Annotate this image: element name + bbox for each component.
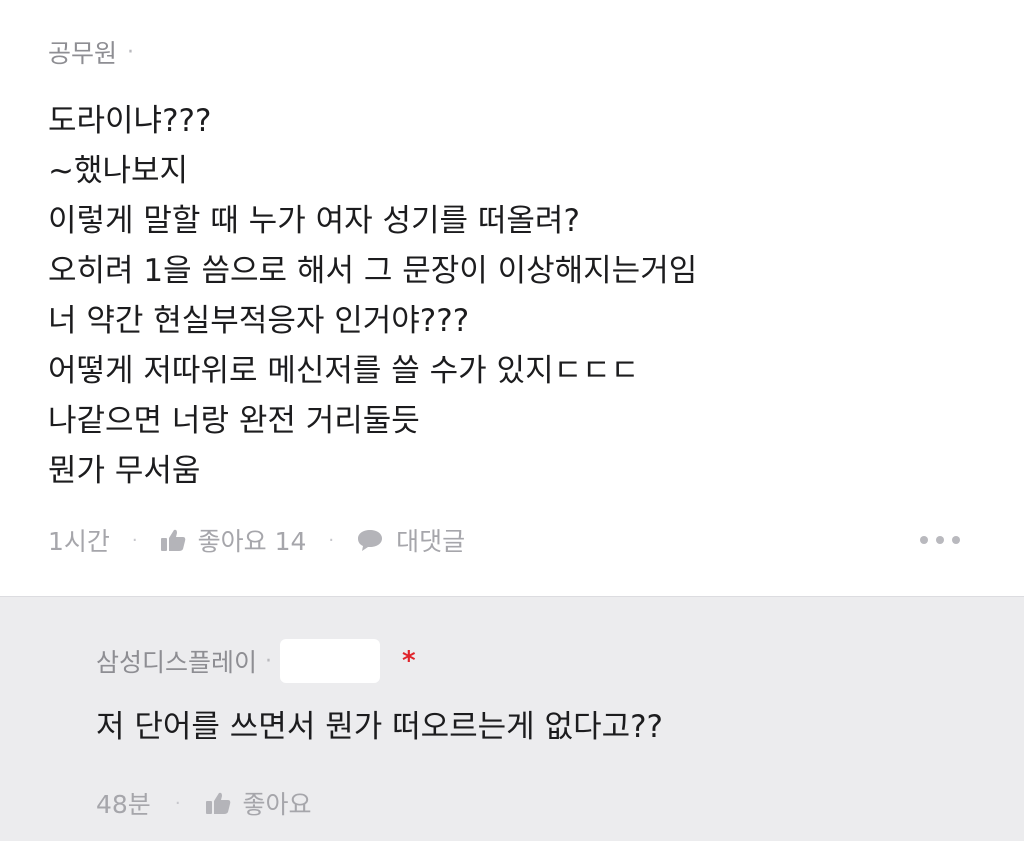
reply-like-label: 좋아요 (242, 790, 312, 819)
verified-mark: * (402, 646, 416, 676)
thumbs-up-icon (205, 792, 230, 814)
reply-comment: 삼성디스플레이 · * 저 단어를 쓰면서 뭔가 떠오르는게 없다고?? 48분… (0, 596, 1024, 841)
like-label: 좋아요 14 (197, 527, 307, 556)
reply-button[interactable]: 대댓글 (356, 522, 465, 558)
more-dot (952, 536, 960, 544)
comment-line: ~했나보지 (48, 153, 189, 189)
like-button[interactable]: 좋아요 14 (160, 522, 307, 558)
separator-dot: · (265, 648, 273, 674)
comment: 공무원 · 도라이냐??? ~했나보지 이렇게 말할 때 누가 여자 성기를 떠… (0, 0, 1024, 596)
reply-like-button[interactable]: 좋아요 (205, 785, 312, 821)
comment-body: 도라이냐??? ~했나보지 이렇게 말할 때 누가 여자 성기를 떠올려? 오히… (48, 96, 988, 496)
reply-body: 저 단어를 쓰면서 뭔가 떠오르는게 없다고?? (96, 709, 664, 745)
redacted-field (280, 639, 381, 683)
more-dot (920, 536, 928, 544)
comment-line: 나같으면 너랑 완전 거리둘듯 (48, 403, 420, 439)
reply-meta: 48분 · 좋아요 (96, 783, 312, 823)
comment-line: 이렇게 말할 때 누가 여자 성기를 떠올려? (48, 203, 580, 239)
comment-thread: 공무원 · 도라이냐??? ~했나보지 이렇게 말할 때 누가 여자 성기를 떠… (0, 0, 1024, 841)
speech-bubble-icon (358, 530, 383, 551)
separator-dot: · (328, 529, 335, 551)
comment-author[interactable]: 공무원 (48, 34, 117, 70)
more-dot (936, 536, 944, 544)
comment-line: 도라이냐??? (48, 103, 212, 139)
comment-time: 1시간 (48, 527, 110, 556)
more-options-button[interactable] (920, 530, 960, 550)
comment-line: 너 약간 현실부적응자 인거야??? (48, 303, 470, 339)
reply-author-row: 삼성디스플레이 · * (96, 639, 416, 683)
reply-author[interactable]: 삼성디스플레이 (96, 643, 257, 679)
separator-dot: · (174, 792, 181, 814)
comment-line: 어떻게 저따위로 메신저를 쓸 수가 있지ㄷㄷㄷ (48, 353, 640, 389)
comment-author-row: 공무원 · (48, 34, 225, 70)
comment-line: 뭔가 무서움 (48, 453, 201, 489)
separator-dot: · (127, 39, 135, 65)
comment-meta: 1시간 · 좋아요 14 · 대댓글 (48, 520, 465, 560)
reply-time: 48분 (96, 790, 151, 819)
redacted-field (144, 39, 225, 65)
separator-dot: · (131, 529, 138, 551)
thumbs-up-icon (160, 529, 185, 551)
reply-label: 대댓글 (396, 527, 466, 556)
comment-line: 오히려 1을 씀으로 해서 그 문장이 이상해지는거임 (48, 253, 698, 289)
